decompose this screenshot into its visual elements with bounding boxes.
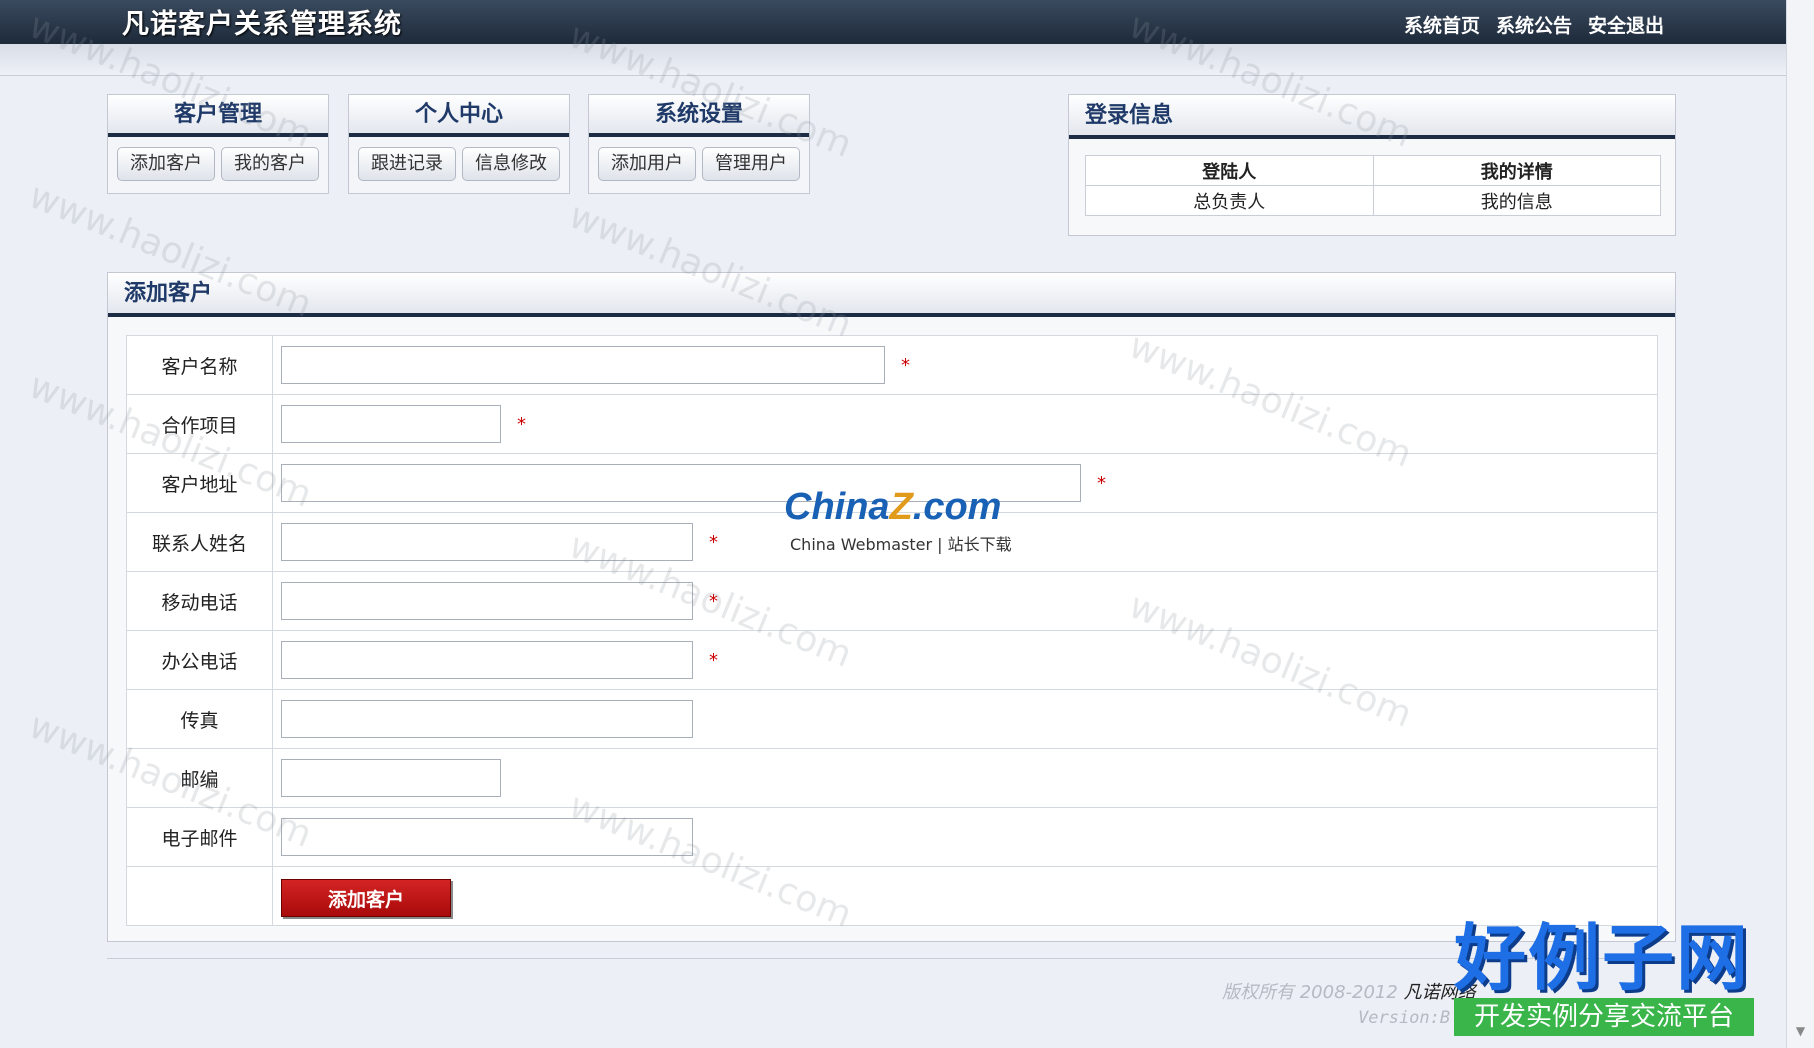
my-details-header: 我的详情 bbox=[1372, 155, 1661, 186]
mobile-phone-input[interactable] bbox=[281, 582, 693, 620]
chinaz-logo-tail: .com bbox=[912, 486, 1002, 528]
field-label: 合作项目 bbox=[126, 394, 273, 454]
chinaz-logo: ChinaZ.com China Webmaster | 站长下载 bbox=[784, 486, 1012, 555]
field-label: 传真 bbox=[126, 689, 273, 749]
field-label: 邮编 bbox=[126, 748, 273, 808]
manage-users-nav-button[interactable]: 管理用户 bbox=[702, 147, 800, 181]
empty-label-cell bbox=[126, 866, 273, 926]
chinaz-logo-text: China bbox=[784, 486, 890, 528]
required-mark: * bbox=[901, 354, 911, 376]
page-scrollbar[interactable]: ▼ bbox=[1786, 0, 1814, 1048]
login-info-table: 登陆人 我的详情 总负责人 我的信息 bbox=[1085, 155, 1661, 216]
chinaz-subtitle: China Webmaster | 站长下载 bbox=[790, 535, 1012, 554]
system-home-link[interactable]: 系统首页 bbox=[1404, 11, 1480, 38]
field-label: 电子邮件 bbox=[126, 807, 273, 867]
copyright-years: 版权所有 2008-2012 bbox=[1222, 982, 1398, 1003]
top-links: 系统首页 系统公告 安全退出 bbox=[1404, 11, 1664, 38]
haolizi-logo: 好例子网 开发实例分享交流平台 bbox=[1454, 918, 1754, 1036]
app-title: 凡诺客户关系管理系统 bbox=[122, 9, 402, 40]
my-customers-nav-button[interactable]: 我的客户 bbox=[221, 147, 319, 181]
field-label: 客户地址 bbox=[126, 453, 273, 513]
login-info-title: 登录信息 bbox=[1069, 95, 1675, 139]
nav-box-customer: 客户管理 添加客户 我的客户 bbox=[107, 94, 329, 194]
version-text: Version:B bbox=[1358, 1008, 1451, 1028]
nav-box-settings: 系统设置 添加用户 管理用户 bbox=[588, 94, 810, 194]
follow-up-records-nav-button[interactable]: 跟进记录 bbox=[358, 147, 456, 181]
nav-box-title: 系统设置 bbox=[589, 95, 809, 137]
required-mark: * bbox=[1097, 472, 1107, 494]
add-customer-submit-button[interactable]: 添加客户 bbox=[281, 879, 451, 917]
required-mark: * bbox=[709, 649, 719, 671]
customer-name-input[interactable] bbox=[281, 346, 885, 384]
scroll-down-arrow-icon[interactable]: ▼ bbox=[1787, 1018, 1814, 1044]
fax-input[interactable] bbox=[281, 700, 693, 738]
nav-box-title: 个人中心 bbox=[349, 95, 569, 137]
email-input[interactable] bbox=[281, 818, 693, 856]
my-details-link[interactable]: 我的信息 bbox=[1372, 185, 1661, 216]
office-phone-input[interactable] bbox=[281, 641, 693, 679]
copyright-text: 版权所有 2008-2012 凡诺网络 bbox=[1222, 978, 1476, 1004]
contact-name-input[interactable] bbox=[281, 523, 693, 561]
add-customer-nav-button[interactable]: 添加客户 bbox=[117, 147, 215, 181]
field-label: 联系人姓名 bbox=[126, 512, 273, 572]
field-label: 移动电话 bbox=[126, 571, 273, 631]
postcode-input[interactable] bbox=[281, 759, 501, 797]
nav-box-title: 客户管理 bbox=[108, 95, 328, 137]
logout-link[interactable]: 安全退出 bbox=[1588, 11, 1664, 38]
login-user-value: 总负责人 bbox=[1085, 185, 1374, 216]
cooperation-project-input[interactable] bbox=[281, 405, 501, 443]
add-customer-form: 客户名称 * 合作项目 * 客户地址 * 联系人姓名 * 移动电话 * 办公电话… bbox=[126, 335, 1658, 926]
footer-divider bbox=[107, 958, 1676, 959]
nav-box-personal: 个人中心 跟进记录 信息修改 bbox=[348, 94, 570, 194]
field-label: 客户名称 bbox=[126, 335, 273, 395]
sub-bar bbox=[0, 44, 1786, 76]
add-customer-panel: 添加客户 客户名称 * 合作项目 * 客户地址 * 联系人姓名 * 移动电话 *… bbox=[107, 272, 1676, 942]
field-label: 办公电话 bbox=[126, 630, 273, 690]
top-bar: 凡诺客户关系管理系统 系统首页 系统公告 安全退出 bbox=[0, 0, 1786, 44]
required-mark: * bbox=[709, 590, 719, 612]
haolizi-subtitle: 开发实例分享交流平台 bbox=[1454, 998, 1754, 1036]
login-info-panel: 登录信息 登陆人 我的详情 总负责人 我的信息 bbox=[1068, 94, 1676, 236]
edit-info-nav-button[interactable]: 信息修改 bbox=[462, 147, 560, 181]
chinaz-logo-z: Z bbox=[889, 486, 913, 528]
required-mark: * bbox=[517, 413, 527, 435]
haolizi-title: 好例子网 bbox=[1454, 916, 1751, 1000]
add-user-nav-button[interactable]: 添加用户 bbox=[598, 147, 696, 181]
system-notice-link[interactable]: 系统公告 bbox=[1496, 11, 1572, 38]
login-user-header: 登陆人 bbox=[1085, 155, 1374, 186]
form-title: 添加客户 bbox=[108, 273, 1675, 317]
required-mark: * bbox=[709, 531, 719, 553]
